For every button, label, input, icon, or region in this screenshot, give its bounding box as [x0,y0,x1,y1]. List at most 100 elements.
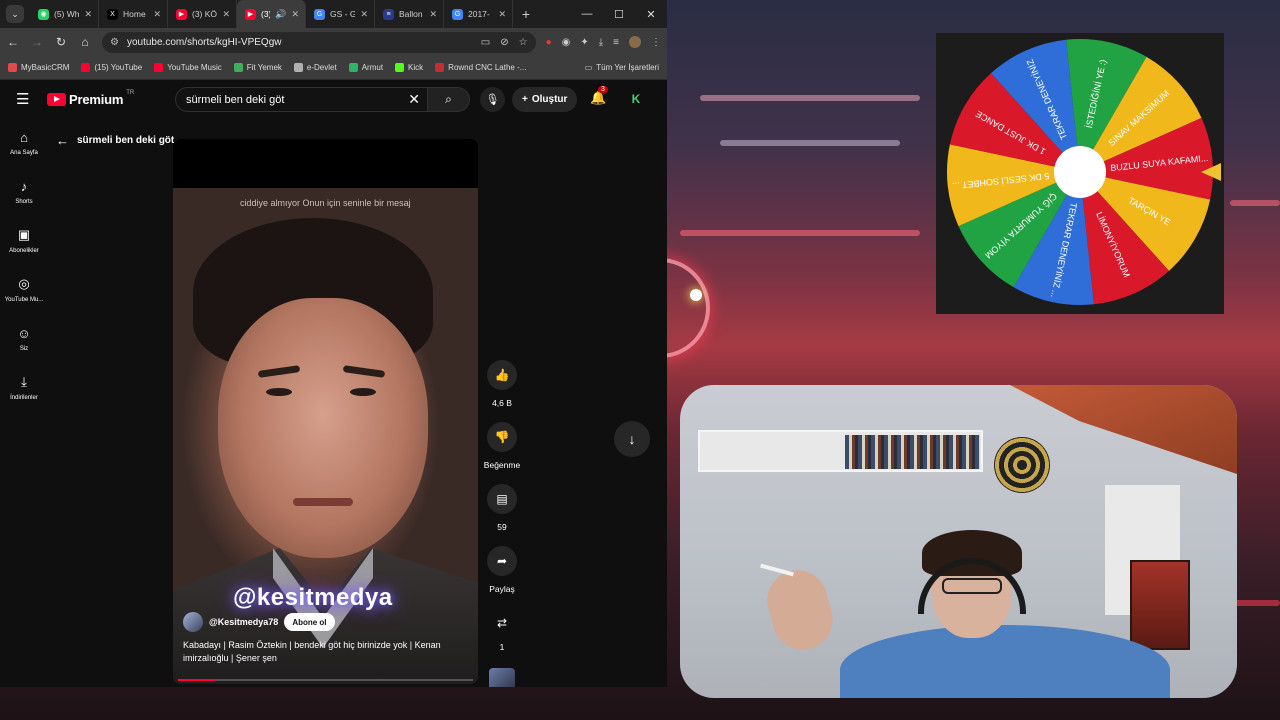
eye [266,388,292,396]
tab-close-icon[interactable]: ✕ [84,9,92,20]
tab-audio-icon[interactable]: 🔊 [275,9,286,20]
clear-search-icon[interactable]: ✕ [408,91,420,108]
remix-button[interactable]: ⇄ [487,608,517,638]
url-text[interactable]: youtube.com/shorts/kgHI-VPEQgw [127,37,473,48]
search-back-row[interactable]: ← sürmeli ben deki göt [56,133,174,148]
download-icon[interactable]: ⤓ [599,37,603,48]
bookmark-label: Armut [361,63,384,72]
close-icon[interactable]: ✕ [635,8,667,21]
sidebar-label: Ana Sayfa [10,149,38,156]
progress-bar[interactable] [178,679,473,681]
sidebar-item[interactable]: ◎ YouTube Mu... [0,265,48,314]
puzzle-icon[interactable]: ✦ [580,37,588,48]
bookmark-item[interactable]: (15) YouTube [81,63,142,72]
youtube-logo[interactable]: Premium TR [47,90,135,107]
profile-avatar[interactable] [629,36,641,48]
bookmark-item[interactable]: MyBasicCRM [8,63,69,72]
all-bookmarks-label: Tüm Yer İşaretleri [596,63,659,72]
sidebar-item[interactable]: ⤓ İndirilenler [0,363,48,412]
comments-action: ▤ 59 [487,484,517,532]
browser-tab[interactable]: ▶ (3) 🔊 ✕ [237,0,306,28]
youtube-header: ☰ Premium TR ✕ ⌕ 🎙 + Oluştur 🔔 3 K [0,80,667,118]
user-avatar[interactable]: K [625,88,647,110]
bookmark-item[interactable]: Rownd CNC Lathe -... [435,63,526,72]
create-button[interactable]: + Oluştur [512,87,578,112]
bg-streak [720,140,900,146]
star-icon[interactable]: ☆ [519,37,528,48]
minimize-icon[interactable]: — [571,8,603,21]
browser-tab[interactable]: ▶ (3) KÖ ✕ [168,0,237,28]
sidebar-label: Abonelikler [9,248,39,254]
browser-tab[interactable]: ≡ Ballon ✕ [375,0,444,28]
search-input[interactable] [175,87,428,112]
mic-icon: 🎙 [485,94,500,106]
tab-close-icon[interactable]: ✕ [291,9,299,20]
tab-search-icon[interactable]: ⌄ [6,5,24,23]
bookmark-favicon-icon [435,63,445,72]
like-button[interactable]: 👍 [487,360,517,390]
sidebar-item[interactable]: ⌂ Ana Sayfa [0,118,48,167]
eye [350,388,376,396]
maximize-icon[interactable]: ☐ [603,8,635,21]
sidebar-label: İndirilenler [10,395,38,401]
wheel-hub[interactable] [1054,146,1106,198]
webcam-cigarette [760,563,794,577]
webcam-person [760,530,1180,698]
browser-tab[interactable]: ◉ (5) Wh ✕ [30,0,99,28]
all-bookmarks[interactable]: ▭ Tüm Yer İşaretleri [585,63,659,72]
sidebar-item[interactable]: ☺ Siz [0,314,48,363]
browser-tab[interactable]: G 2017- ✕ [444,0,513,28]
browser-tab[interactable]: X Home ✕ [99,0,168,28]
site-info-icon[interactable]: ⚙ [110,37,119,48]
voice-search-button[interactable]: 🎙 [480,87,505,112]
bookmark-item[interactable]: YouTube Music [154,63,222,72]
shorts-player[interactable]: ciddiye almıyor Onun için seninle bir me… [173,139,478,684]
sidebar-label: Shorts [15,198,33,205]
brow [342,365,386,378]
bookmark-item[interactable]: Kick [395,63,423,72]
short-title[interactable]: Kabadayı | Rasim Öztekin | bendeki göt h… [183,639,468,665]
tab-close-icon[interactable]: ✕ [222,9,230,20]
spin-wheel: SINAV MAKSİMUMBUZLU SUYA KAFAMI...TARÇIN… [947,38,1221,306]
tab-close-icon[interactable]: ✕ [153,9,161,20]
media-control-icon[interactable]: ≡ [613,37,619,48]
logo-region: TR [126,90,135,96]
extension-circle-icon[interactable]: ◉ [562,37,571,48]
sidebar-item[interactable]: ♪ Shorts [0,167,48,216]
tab-close-icon[interactable]: ✕ [360,9,368,20]
comments-button[interactable]: ▤ [487,484,517,514]
subscribe-button[interactable]: Abone ol [284,613,335,631]
sidebar-item[interactable]: ▣ Abonelikler [0,216,48,265]
new-tab-button[interactable]: + [513,6,539,22]
bookmark-favicon-icon [233,63,243,72]
bookmark-item[interactable]: Fit Yemek [233,63,282,72]
search-button[interactable]: ⌕ [428,87,470,112]
home-icon[interactable]: ⌂ [78,35,92,49]
reload-icon[interactable]: ↻ [54,35,68,49]
video-person-face [218,298,428,558]
share-button[interactable]: ➦ [487,546,517,576]
webcam-shirt [840,625,1170,698]
bookmark-item[interactable]: e-Devlet [293,63,337,72]
channel-name[interactable]: @Kesitmedya78 [209,617,278,627]
cast-icon[interactable]: ▭ [481,37,490,48]
back-arrow-icon[interactable]: ← [56,133,69,148]
eye-off-icon[interactable]: ⊘ [500,37,508,48]
browser-tab[interactable]: G GS - G ✕ [306,0,375,28]
forward-icon[interactable]: → [30,35,44,49]
sound-thumbnail[interactable] [489,668,515,687]
next-short-button[interactable]: ↓ [614,421,650,457]
tab-close-icon[interactable]: ✕ [498,9,506,20]
bookmark-item[interactable]: Armut [348,63,384,72]
menu-dots-icon[interactable]: ⋮ [651,37,661,48]
notifications-button[interactable]: 🔔 3 [590,86,608,106]
extension-red-icon[interactable]: ● [546,37,552,48]
tab-favicon-icon: G [452,8,463,20]
tab-close-icon[interactable]: ✕ [429,9,437,20]
channel-avatar[interactable] [183,612,203,632]
hamburger-menu-icon[interactable]: ☰ [16,90,38,108]
bookmark-label: Rownd CNC Lathe -... [448,63,527,72]
dislike-button[interactable]: 👎 [486,422,517,452]
omnibox[interactable]: ⚙ youtube.com/shorts/kgHI-VPEQgw ▭ ⊘ ☆ [102,31,536,53]
back-icon[interactable]: ← [6,35,20,49]
